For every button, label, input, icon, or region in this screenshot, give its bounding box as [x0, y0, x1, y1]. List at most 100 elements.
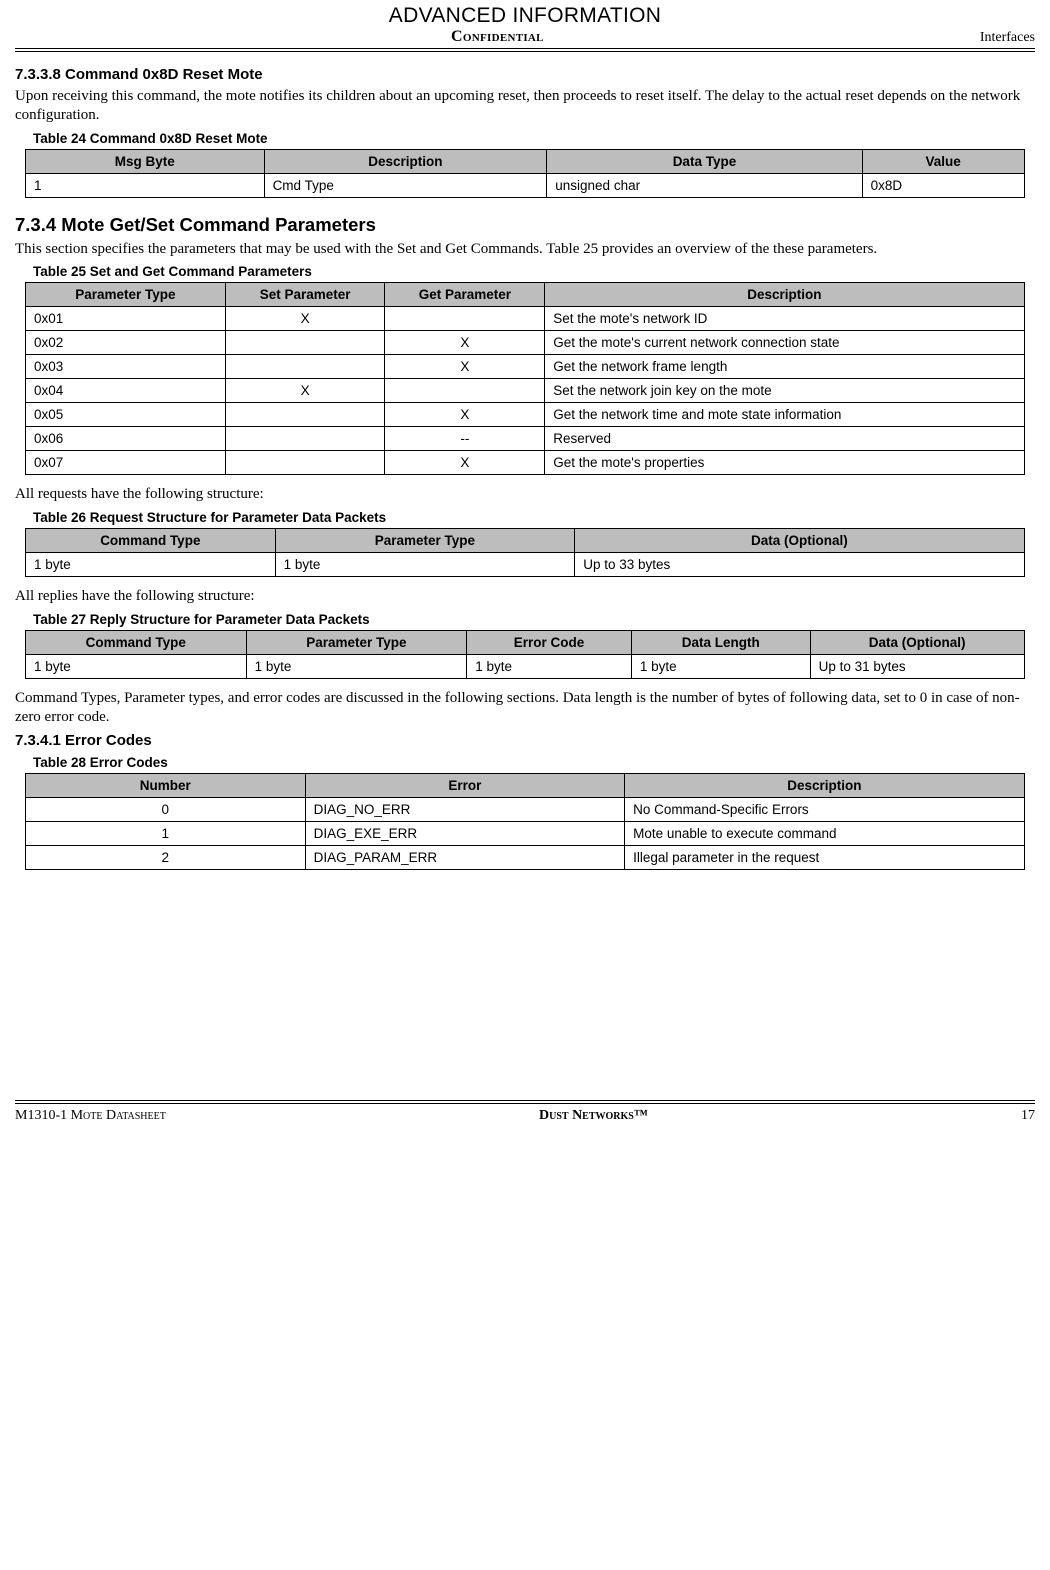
td — [225, 403, 385, 427]
td: Set the mote's network ID — [545, 307, 1024, 331]
table-row: 0x06 --Reserved — [26, 427, 1025, 451]
heading-734: 7.3.4 Mote Get/Set Command Parameters — [15, 214, 1035, 236]
header-bar: Confidential Interfaces — [15, 28, 1035, 49]
footer-left: M1310-1 Mote Datasheet — [15, 1108, 166, 1124]
pre-table27: All replies have the following structure… — [15, 587, 1035, 606]
table-row: 2DIAG_PARAM_ERRIllegal parameter in the … — [26, 846, 1025, 870]
th: Parameter Type — [26, 283, 226, 307]
td — [225, 355, 385, 379]
td: 0x01 — [26, 307, 226, 331]
footer-rule — [15, 1100, 1035, 1101]
table28-caption: Table 28 Error Codes — [33, 755, 1035, 770]
table-row: 0x01X Set the mote's network ID — [26, 307, 1025, 331]
td: DIAG_NO_ERR — [305, 798, 625, 822]
th: Command Type — [26, 630, 247, 654]
table-row: 1DIAG_EXE_ERRMote unable to execute comm… — [26, 822, 1025, 846]
td: 0 — [26, 798, 306, 822]
table-row: 0DIAG_NO_ERRNo Command-Specific Errors — [26, 798, 1025, 822]
td: Get the network frame length — [545, 355, 1024, 379]
th: Error — [305, 774, 625, 798]
td: 1 byte — [246, 654, 467, 678]
td: Set the network join key on the mote — [545, 379, 1024, 403]
table-header-row: Command Type Parameter Type Error Code D… — [26, 630, 1025, 654]
table26: Command Type Parameter Type Data (Option… — [25, 528, 1025, 577]
heading-7338: 7.3.3.8 Command 0x8D Reset Mote — [15, 66, 1035, 83]
table-row: 0x04X Set the network join key on the mot… — [26, 379, 1025, 403]
table-header-row: Number Error Description — [26, 774, 1025, 798]
th: Msg Byte — [26, 149, 265, 173]
th: Number — [26, 774, 306, 798]
td: Get the mote's current network connectio… — [545, 331, 1024, 355]
td: Get the network time and mote state info… — [545, 403, 1024, 427]
td — [225, 427, 385, 451]
td: 1 byte — [467, 654, 632, 678]
td: Up to 33 bytes — [575, 553, 1024, 577]
table-row: 1 byte 1 byte Up to 33 bytes — [26, 553, 1025, 577]
table-row: 1 Cmd Type unsigned char 0x8D — [26, 173, 1025, 197]
post-table27: Command Types, Parameter types, and erro… — [15, 689, 1035, 727]
table-header-row: Msg Byte Description Data Type Value — [26, 149, 1025, 173]
td: DIAG_EXE_ERR — [305, 822, 625, 846]
footer-center: Dust Networks™ — [539, 1108, 648, 1124]
td: Illegal parameter in the request — [625, 846, 1024, 870]
th: Value — [862, 149, 1024, 173]
td — [385, 379, 545, 403]
td: 0x07 — [26, 451, 226, 475]
td: unsigned char — [547, 173, 862, 197]
th: Error Code — [467, 630, 632, 654]
table-row: 0x07 XGet the mote's properties — [26, 451, 1025, 475]
table-header-row: Command Type Parameter Type Data (Option… — [26, 529, 1025, 553]
table-row: 1 byte 1 byte 1 byte 1 byte Up to 31 byt… — [26, 654, 1025, 678]
td: -- — [385, 427, 545, 451]
header-top: ADVANCED INFORMATION — [15, 4, 1035, 28]
table24-caption: Table 24 Command 0x8D Reset Mote — [33, 131, 1035, 146]
table-row: 0x05 XGet the network time and mote state… — [26, 403, 1025, 427]
th: Data (Optional) — [575, 529, 1024, 553]
th: Description — [264, 149, 547, 173]
td: DIAG_PARAM_ERR — [305, 846, 625, 870]
table-row: 0x03 XGet the network frame length — [26, 355, 1025, 379]
header-rule — [15, 51, 1035, 52]
td: 2 — [26, 846, 306, 870]
td: 1 byte — [631, 654, 810, 678]
td: X — [385, 331, 545, 355]
th: Set Parameter — [225, 283, 385, 307]
table-header-row: Parameter Type Set Parameter Get Paramet… — [26, 283, 1025, 307]
footer: M1310-1 Mote Datasheet Dust Networks™ 17 — [15, 1104, 1035, 1134]
header-confidential: Confidential — [451, 28, 544, 46]
td: X — [385, 451, 545, 475]
td: 0x04 — [26, 379, 226, 403]
table26-caption: Table 26 Request Structure for Parameter… — [33, 510, 1035, 525]
td: 0x05 — [26, 403, 226, 427]
table25-caption: Table 25 Set and Get Command Parameters — [33, 264, 1035, 279]
td: 0x06 — [26, 427, 226, 451]
table-row: 0x02 XGet the mote's current network conn… — [26, 331, 1025, 355]
table27-caption: Table 27 Reply Structure for Parameter D… — [33, 612, 1035, 627]
td: Get the mote's properties — [545, 451, 1024, 475]
td: X — [225, 307, 385, 331]
td: 1 byte — [26, 553, 276, 577]
td: X — [225, 379, 385, 403]
body-7338: Upon receiving this command, the mote no… — [15, 87, 1035, 125]
body-734: This section specifies the parameters th… — [15, 240, 1035, 259]
pre-table26: All requests have the following structur… — [15, 485, 1035, 504]
th: Data Length — [631, 630, 810, 654]
th: Description — [545, 283, 1024, 307]
th: Get Parameter — [385, 283, 545, 307]
td: 0x8D — [862, 173, 1024, 197]
td: 1 — [26, 822, 306, 846]
td: 1 — [26, 173, 265, 197]
table28: Number Error Description 0DIAG_NO_ERRNo … — [25, 773, 1025, 870]
td: 0x02 — [26, 331, 226, 355]
td: 0x03 — [26, 355, 226, 379]
th: Description — [625, 774, 1024, 798]
td: X — [385, 403, 545, 427]
th: Parameter Type — [275, 529, 575, 553]
th: Data (Optional) — [810, 630, 1024, 654]
th: Parameter Type — [246, 630, 467, 654]
td — [385, 307, 545, 331]
th: Command Type — [26, 529, 276, 553]
td: X — [385, 355, 545, 379]
table27: Command Type Parameter Type Error Code D… — [25, 630, 1025, 679]
td: Reserved — [545, 427, 1024, 451]
